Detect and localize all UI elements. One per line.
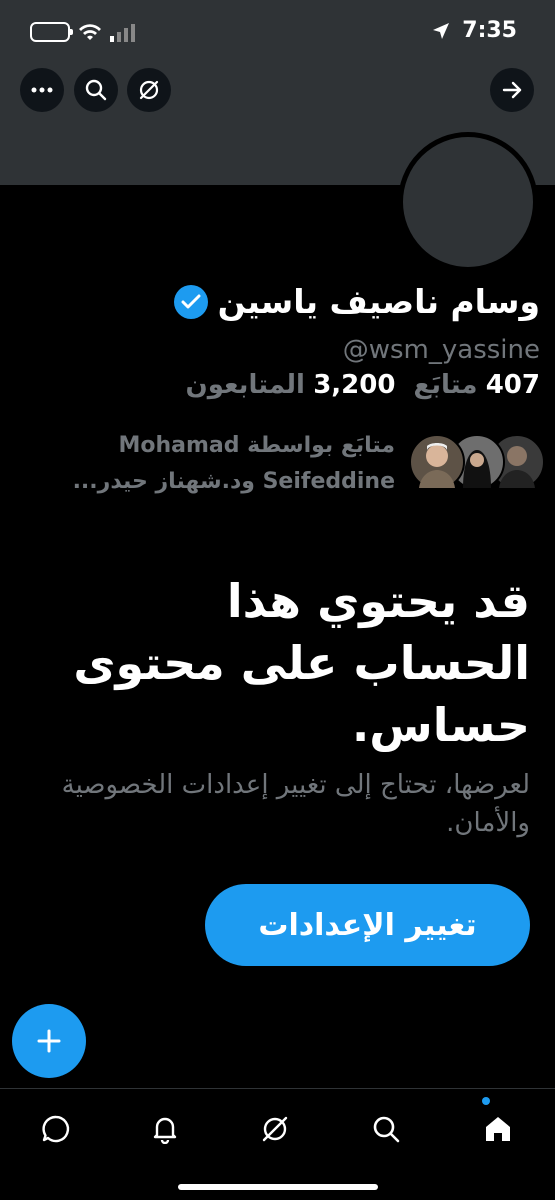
home-indicator	[178, 1184, 378, 1190]
profile-handle: @wsm_yassine	[342, 335, 540, 365]
home-icon	[486, 1117, 510, 1141]
more-icon	[31, 87, 53, 93]
location-arrow-icon	[433, 22, 450, 39]
nav-grok[interactable]	[255, 1109, 295, 1149]
followed-by[interactable]: متابَع بواسطة Mohamad Seifeddine ود.شهنا…	[5, 428, 545, 498]
nav-home[interactable]	[478, 1109, 518, 1149]
home-notification-dot	[482, 1097, 490, 1105]
sensitive-warning-subtext: لعرضها، تحتاج إلى تغيير إعدادات الخصوصية…	[61, 770, 530, 838]
wifi-icon	[79, 24, 101, 40]
followed-by-line2: Seifeddine ود.شهناز حيدر...	[72, 469, 395, 494]
battery-icon	[30, 22, 73, 42]
follower-avatar	[409, 434, 465, 490]
follower-avatars	[405, 434, 545, 490]
following-label: متابَع	[413, 370, 478, 400]
grok-nav-icon	[262, 1116, 288, 1142]
status-time: 7:35	[462, 18, 517, 43]
grok-button[interactable]	[127, 68, 171, 112]
messages-icon	[42, 1115, 70, 1143]
verified-badge-icon[interactable]	[173, 284, 208, 319]
forward-button[interactable]	[490, 68, 534, 112]
search-button[interactable]	[74, 68, 118, 112]
plus-icon	[37, 1029, 61, 1053]
status-bar: 7:35	[0, 0, 555, 60]
compose-button[interactable]	[12, 1004, 86, 1078]
sensitive-warning-title: قد يحتوي هذا الحساب على محتوى حساس.	[73, 574, 530, 752]
followers-count-group[interactable]: 3,200 المتابعون	[186, 370, 396, 400]
following-count: 407	[485, 370, 540, 400]
profile-name: وسام ناصيف ياسين	[217, 282, 540, 321]
more-button[interactable]	[20, 68, 64, 112]
nav-messages[interactable]	[36, 1109, 76, 1149]
following-count-group[interactable]: 407 متابَع	[413, 370, 540, 400]
bottom-nav	[0, 1088, 555, 1200]
followed-by-line1: متابَع بواسطة Mohamad	[118, 433, 395, 458]
profile-name-row: وسام ناصيف ياسين	[173, 282, 540, 321]
bell-icon	[153, 1117, 177, 1144]
search-nav-icon	[373, 1116, 400, 1143]
followers-label: المتابعون	[185, 370, 305, 400]
forward-arrow-icon	[502, 81, 522, 99]
profile-avatar[interactable]	[398, 132, 538, 272]
grok-icon	[139, 80, 159, 100]
followers-count: 3,200	[313, 370, 396, 400]
change-settings-button[interactable]: تغيير الإعدادات	[205, 884, 530, 966]
status-right: 7:35	[432, 18, 517, 43]
signal-icon	[110, 24, 135, 42]
followed-by-text: متابَع بواسطة Mohamad Seifeddine ود.شهنا…	[15, 428, 395, 500]
nav-search[interactable]	[366, 1109, 406, 1149]
status-left	[30, 22, 136, 42]
search-icon	[85, 79, 107, 101]
nav-notifications[interactable]	[145, 1109, 185, 1149]
follow-counts: 407 متابَع 3,200 المتابعون	[186, 370, 540, 400]
